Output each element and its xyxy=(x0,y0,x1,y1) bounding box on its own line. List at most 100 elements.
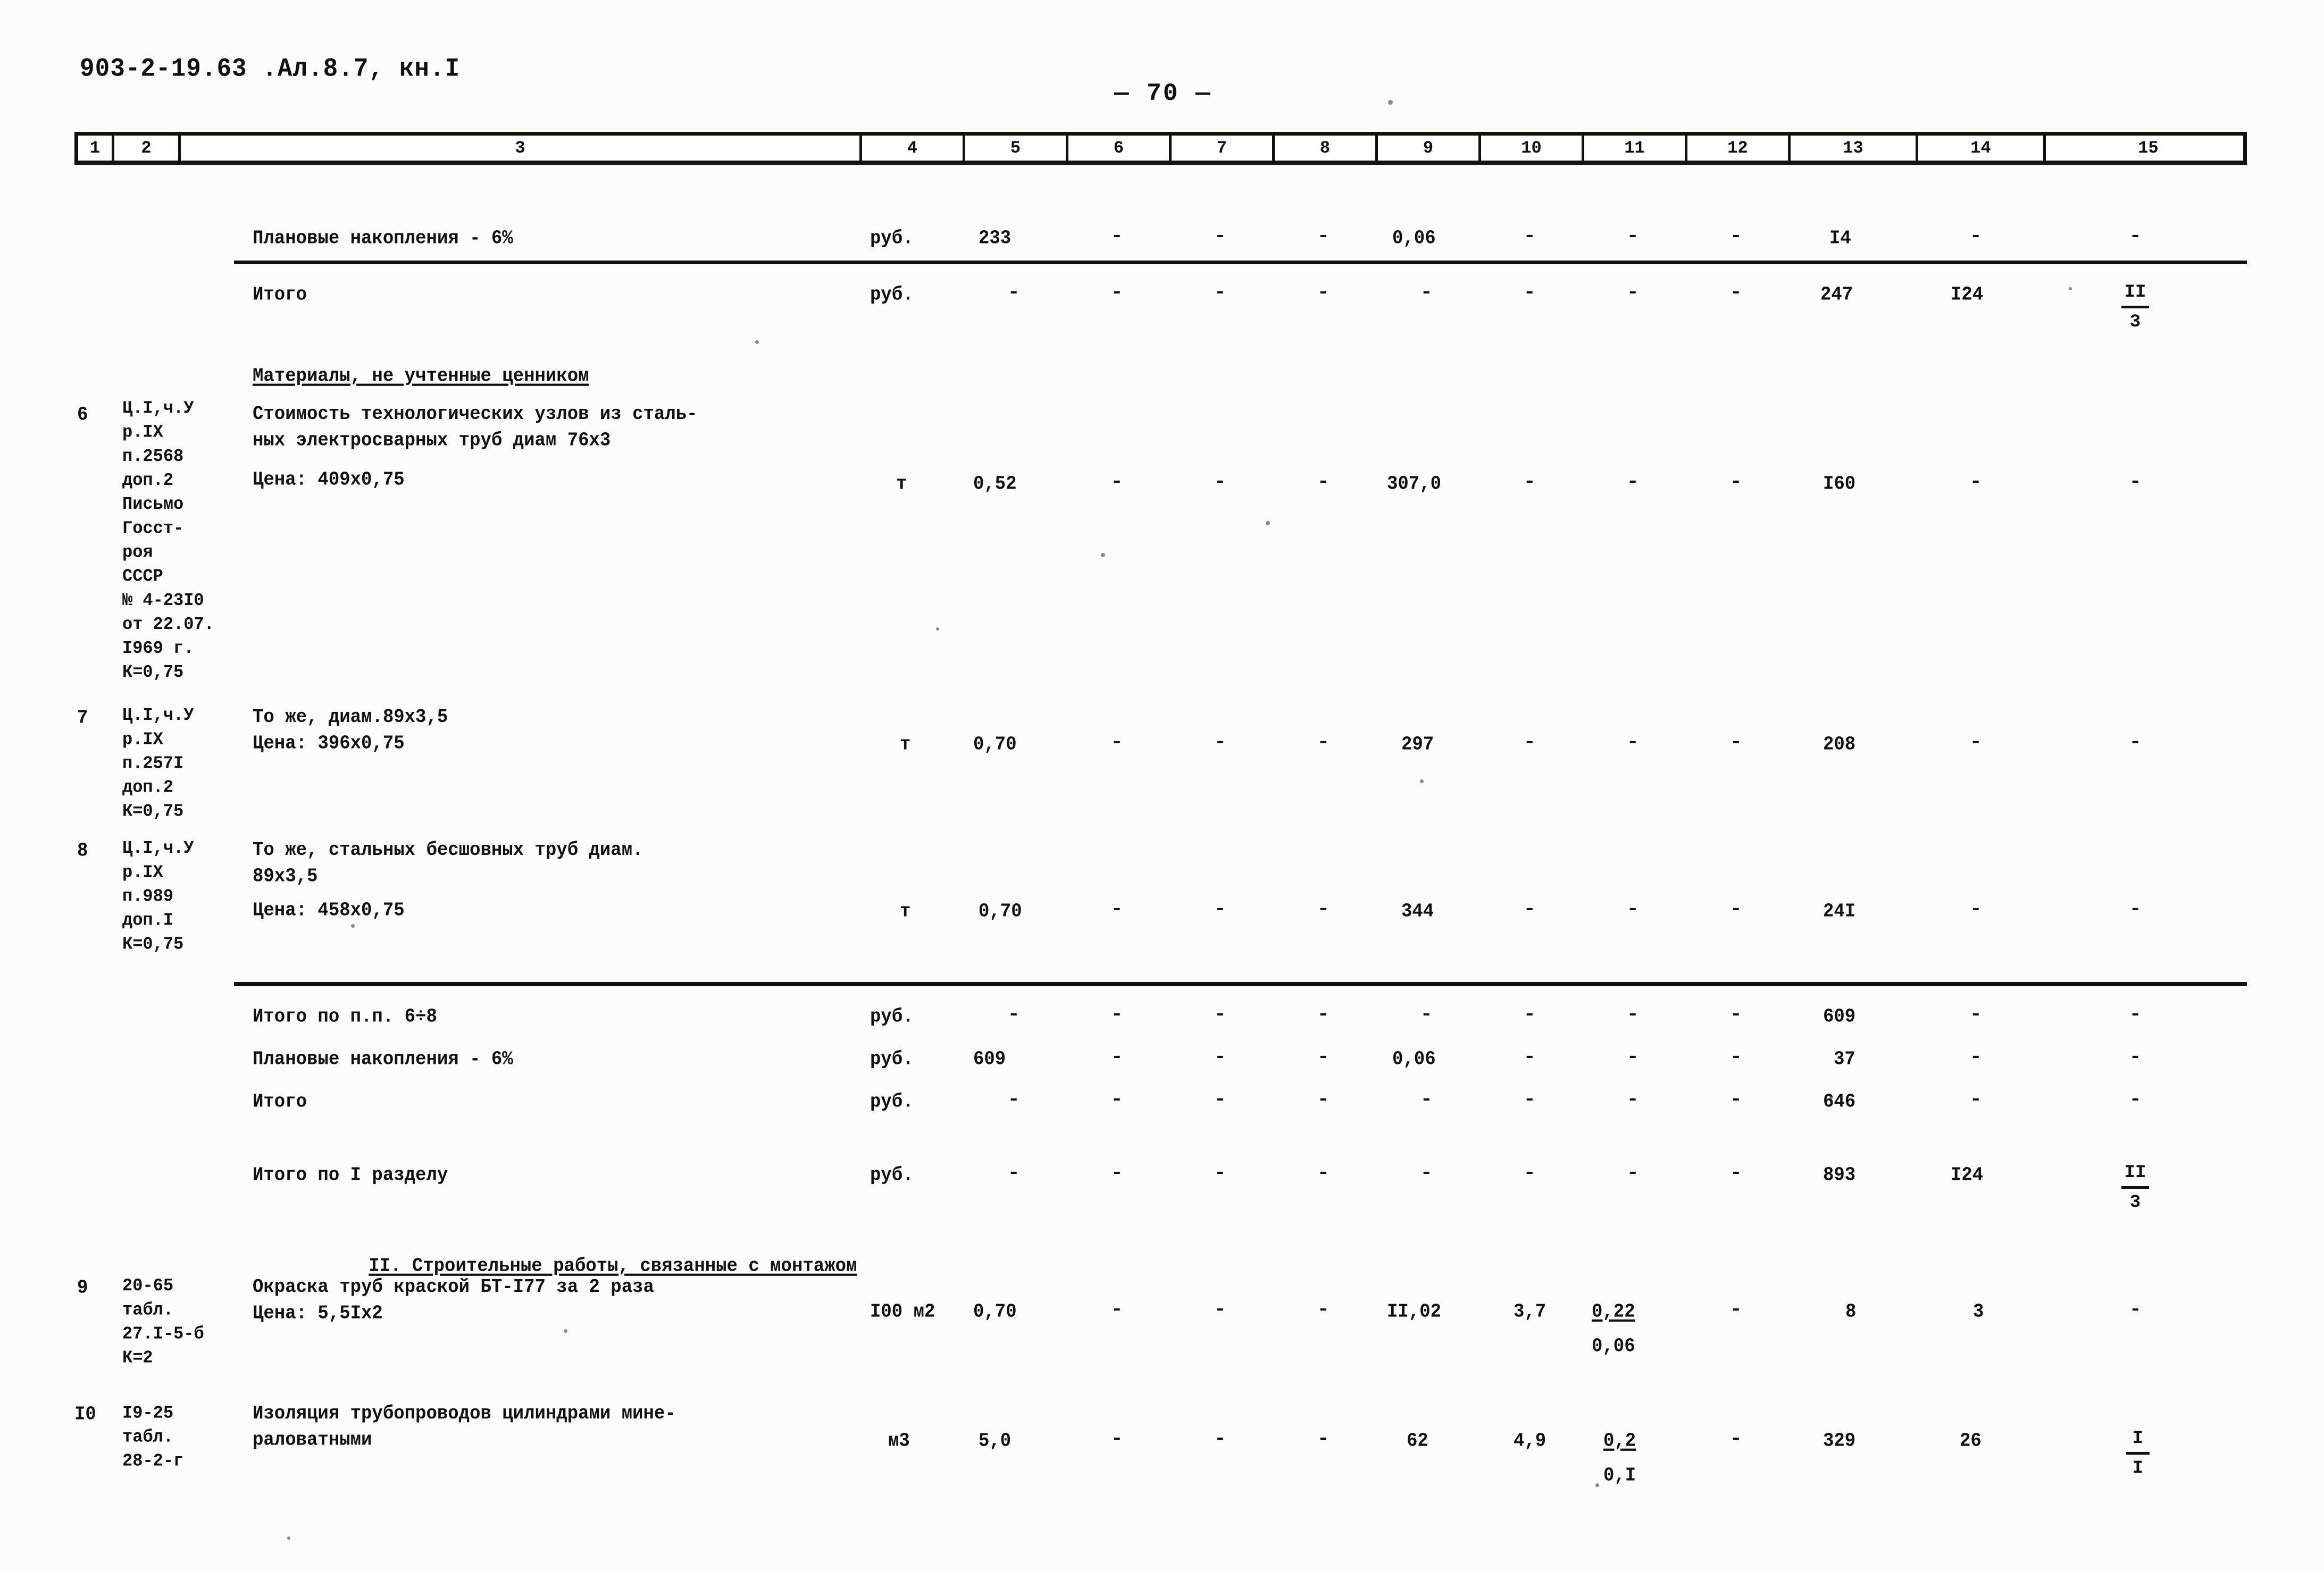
column-header-11: 11 xyxy=(1584,136,1687,161)
unit-planovye-6: руб. xyxy=(870,228,914,249)
item-price-6: Цена: 409х0,75 xyxy=(253,469,405,491)
val-12-6: - xyxy=(1729,472,1742,492)
val-10-planovye-6-b: - xyxy=(1523,1047,1536,1068)
val-15-itogo-6-8: - xyxy=(2129,1005,2142,1025)
val-8-itogo-6-8: - xyxy=(1317,1005,1330,1025)
val-14-itogo-razdel-1: I24 xyxy=(1951,1165,1984,1186)
val-6-itogo-6-8: - xyxy=(1110,1005,1123,1025)
scan-speck xyxy=(1101,553,1105,557)
val-7-itogo-6-8: - xyxy=(1214,1005,1226,1025)
val-9-itogo-razdel-1: - xyxy=(1420,1163,1433,1183)
val-12-planovye-6-b: - xyxy=(1729,1047,1742,1068)
item-number-6: 6 xyxy=(77,405,88,426)
column-header-12: 12 xyxy=(1687,136,1791,161)
item-ref-8: Ц.I,ч.У р.IX п.989 доп.I К=0,75 xyxy=(122,837,194,955)
val-11-8: - xyxy=(1626,900,1639,920)
item-desc-8: То же, стальных бесшовных труб диам. 89х… xyxy=(253,839,643,888)
val-5-6: 0,52 xyxy=(973,474,1017,495)
val-6-itogo-razdel-1: - xyxy=(1110,1163,1123,1183)
val-15-itogo-2: - xyxy=(2129,1090,2142,1110)
scanned-page: 903-2-19.63 .Ал.8.7, кн.I — 70 — 1 2 3 4… xyxy=(0,0,2324,1570)
val-10-itogo-razdel-1: - xyxy=(1523,1163,1536,1183)
val-8-planovye-6: - xyxy=(1317,226,1330,247)
val-5-itogo-razdel-1: - xyxy=(1007,1163,1020,1183)
val-5-9: 0,70 xyxy=(973,1302,1017,1323)
val-7-itogo-1: - xyxy=(1214,283,1226,303)
val-11-itogo-1: - xyxy=(1626,283,1639,303)
val-10-6: - xyxy=(1523,472,1536,492)
scan-speck xyxy=(2069,287,2072,290)
column-header-5: 5 xyxy=(965,136,1068,161)
column-header-8: 8 xyxy=(1275,136,1378,161)
val-14-itogo-1: I24 xyxy=(1951,284,1984,306)
unit-6: т xyxy=(896,474,907,495)
divider-after-planovye-6 xyxy=(234,261,2247,264)
val-13-itogo-1: 247 xyxy=(1820,284,1853,306)
item-desc-10: Изоляция трубопроводов цилиндрами мине- … xyxy=(253,1403,676,1451)
section-heading-2-text: II. Строительные работы, связанные с мон… xyxy=(369,1256,857,1277)
val-8-9: - xyxy=(1317,1300,1330,1320)
val-8-10: - xyxy=(1317,1429,1330,1449)
val-11-itogo-razdel-1: - xyxy=(1626,1163,1639,1183)
column-header-13: 13 xyxy=(1791,136,1918,161)
fraction-bar xyxy=(2121,1186,2149,1189)
val-7-9: - xyxy=(1214,1300,1226,1320)
val-9-9: II,02 xyxy=(1387,1302,1442,1323)
scan-speck xyxy=(1266,521,1270,525)
item-desc-7: То же, диам.89х3,5 Цена: 396х0,75 xyxy=(253,707,448,755)
val-7-7: - xyxy=(1214,733,1226,753)
val-15-itogo-razdel-1-fraction: II 3 xyxy=(2106,1161,2164,1214)
val-5-planovye-6: 233 xyxy=(979,228,1011,249)
val-6-6: - xyxy=(1110,472,1123,492)
val-6-planovye-6: - xyxy=(1110,226,1123,247)
val-7-planovye-6: - xyxy=(1214,226,1226,247)
val-10-9: 3,7 xyxy=(1514,1302,1546,1323)
val-9-itogo-1: - xyxy=(1420,283,1433,303)
val-15-itogo-1-fraction: II 3 xyxy=(2106,281,2164,334)
val-5-10: 5,0 xyxy=(979,1431,1011,1452)
val-14-9: 3 xyxy=(1973,1302,1984,1323)
val-7-itogo-razdel-1: - xyxy=(1214,1163,1226,1183)
unit-7: т xyxy=(900,734,911,755)
val-6-itogo-2: - xyxy=(1110,1090,1123,1110)
fraction-bar xyxy=(2126,1452,2150,1455)
document-code: 903-2-19.63 .Ал.8.7, кн.I xyxy=(80,54,461,84)
val-9-7: 297 xyxy=(1401,734,1434,755)
fraction-bar xyxy=(2121,306,2149,308)
val-13-itogo-6-8: 609 xyxy=(1823,1006,1856,1028)
val-9-planovye-6: 0,06 xyxy=(1392,228,1436,249)
unit-itogo-6-8: руб. xyxy=(870,1006,914,1028)
val-14-8: - xyxy=(1969,900,1982,920)
val-6-10: - xyxy=(1110,1429,1123,1449)
val-7-planovye-6-b: - xyxy=(1214,1047,1226,1068)
page-number: — 70 — xyxy=(1114,80,1212,107)
section-heading-materials: Материалы, не учтенные ценником xyxy=(253,366,589,387)
val-14-6: - xyxy=(1969,472,1982,492)
scan-speck xyxy=(351,924,355,928)
column-header-14: 14 xyxy=(1918,136,2046,161)
unit-itogo-1: руб. xyxy=(870,284,914,306)
val-9-10: 62 xyxy=(1407,1431,1428,1452)
val-10-10: 4,9 xyxy=(1514,1431,1546,1452)
val-13-7: 208 xyxy=(1823,734,1856,755)
val-10-itogo-1: - xyxy=(1523,283,1536,303)
val-11-9-bottom: 0,06 xyxy=(1592,1336,1635,1357)
val-12-itogo-razdel-1: - xyxy=(1729,1163,1742,1183)
val-15-itogo-razdel-1-top: II xyxy=(2124,1163,2146,1183)
val-13-planovye-6: I4 xyxy=(1829,228,1851,249)
val-5-itogo-1: - xyxy=(1007,283,1020,303)
val-5-8: 0,70 xyxy=(979,901,1022,922)
val-7-10: - xyxy=(1214,1429,1226,1449)
val-12-8: - xyxy=(1729,900,1742,920)
val-11-10-bottom: 0,I xyxy=(1603,1465,1636,1487)
val-15-planovye-6: - xyxy=(2129,226,2142,247)
val-6-itogo-1: - xyxy=(1110,283,1123,303)
val-8-itogo-razdel-1: - xyxy=(1317,1163,1330,1183)
val-10-itogo-2: - xyxy=(1523,1090,1536,1110)
column-header-7: 7 xyxy=(1172,136,1275,161)
val-15-itogo-razdel-1-bottom: 3 xyxy=(2129,1193,2141,1213)
val-14-planovye-6: - xyxy=(1969,226,1982,247)
val-5-planovye-6-b: 609 xyxy=(973,1049,1006,1070)
unit-planovye-6-b: руб. xyxy=(870,1049,914,1070)
val-6-9: - xyxy=(1110,1300,1123,1320)
